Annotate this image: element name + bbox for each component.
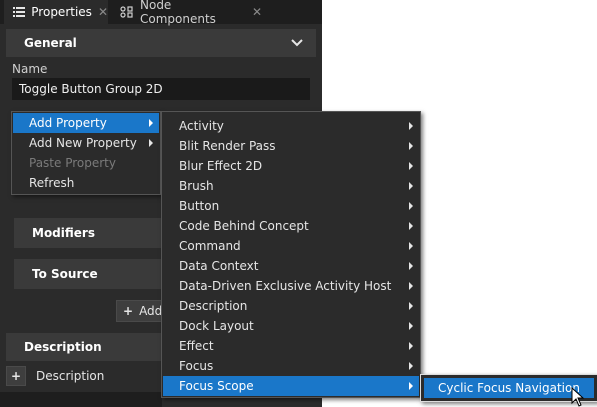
section-title: General (24, 36, 77, 50)
menu-item-label: Effect (179, 339, 214, 353)
menu-item-dock-layout[interactable]: Dock Layout (163, 316, 419, 336)
menu-item-focus[interactable]: Focus (163, 356, 419, 376)
menu-item-button[interactable]: Button (163, 196, 419, 216)
chevron-right-icon (409, 222, 413, 230)
chevron-right-icon (409, 182, 413, 190)
menu-item-paste-property: Paste Property (13, 153, 159, 173)
menu-item-label: Code Behind Concept (179, 219, 309, 233)
chevron-right-icon (409, 382, 413, 390)
menu-item-cyclic-focus-navigation[interactable]: Cyclic Focus Navigation (424, 378, 594, 398)
tab-properties[interactable]: Properties ✕ (4, 0, 108, 24)
menu-item-label: Brush (179, 179, 214, 193)
menu-item-data-driven-exclusive-activity-host[interactable]: Data-Driven Exclusive Activity Host (163, 276, 419, 296)
add-button-label: Add (139, 304, 163, 318)
menu-item-activity[interactable]: Activity (163, 116, 419, 136)
chevron-right-icon (409, 142, 413, 150)
chevron-down-icon[interactable] (290, 37, 304, 49)
section-title: Modifiers (32, 226, 95, 240)
menu-item-label: Dock Layout (179, 319, 254, 333)
menu-item-label: Paste Property (29, 156, 116, 170)
menu-item-description[interactable]: Description (163, 296, 419, 316)
context-menu: Add Property Add New Property Paste Prop… (11, 111, 161, 195)
menu-item-label: Data Context (179, 259, 259, 273)
menu-item-label: Blur Effect 2D (179, 159, 263, 173)
menu-item-brush[interactable]: Brush (163, 176, 419, 196)
name-field[interactable]: Toggle Button Group 2D (12, 78, 310, 100)
tab-label: Properties (31, 5, 92, 19)
menu-item-label: Data-Driven Exclusive Activity Host (179, 279, 392, 293)
chevron-right-icon (409, 302, 413, 310)
menu-item-refresh[interactable]: Refresh (13, 173, 159, 193)
tab-node-components[interactable]: Node Components ✕ (112, 0, 262, 26)
components-icon (120, 5, 134, 19)
chevron-right-icon (409, 242, 413, 250)
menu-item-code-behind-concept[interactable]: Code Behind Concept (163, 216, 419, 236)
menu-item-label: Add Property (29, 116, 107, 130)
menu-item-command[interactable]: Command (163, 236, 419, 256)
menu-item-add-property[interactable]: Add Property (13, 113, 159, 133)
menu-item-label: Button (179, 199, 220, 213)
chevron-right-icon (409, 322, 413, 330)
menu-item-label: Cyclic Focus Navigation (438, 381, 580, 395)
menu-item-add-new-property[interactable]: Add New Property (13, 133, 159, 153)
description-section-header[interactable]: Description (6, 333, 162, 361)
description-item-label: Description (36, 369, 105, 383)
menu-item-label: Add New Property (29, 136, 137, 150)
menu-item-label: Description (179, 299, 248, 313)
name-label: Name (12, 62, 48, 76)
add-property-submenu: Activity Blit Render Pass Blur Effect 2D… (161, 111, 421, 398)
menu-item-label: Activity (179, 119, 224, 133)
tab-bar: Properties ✕ Node Components ✕ (0, 0, 322, 26)
mouse-pointer-icon (571, 386, 585, 407)
menu-item-effect[interactable]: Effect (163, 336, 419, 356)
menu-item-blur-effect-2d[interactable]: Blur Effect 2D (163, 156, 419, 176)
chevron-right-icon (409, 122, 413, 130)
section-title: Description (24, 340, 102, 354)
tab-label: Node Components (140, 0, 216, 26)
section-title: To Source (32, 267, 98, 281)
menu-item-label: Refresh (29, 176, 75, 190)
add-description-button[interactable]: + (6, 366, 26, 386)
plus-icon: + (123, 304, 134, 318)
chevron-right-icon (149, 139, 153, 147)
modifiers-section-header[interactable]: Modifiers (14, 218, 162, 248)
general-section-header[interactable]: General (6, 29, 316, 57)
chevron-right-icon (149, 119, 153, 127)
menu-item-label: Blit Render Pass (179, 139, 276, 153)
menu-item-label: Command (179, 239, 241, 253)
chevron-right-icon (409, 362, 413, 370)
close-icon[interactable]: ✕ (252, 5, 262, 19)
menu-item-focus-scope[interactable]: Focus Scope (163, 376, 419, 396)
close-icon[interactable]: ✕ (98, 5, 108, 19)
chevron-right-icon (409, 202, 413, 210)
chevron-right-icon (409, 342, 413, 350)
menu-item-data-context[interactable]: Data Context (163, 256, 419, 276)
menu-item-label: Focus (179, 359, 214, 373)
description-row: + Description (6, 365, 162, 387)
menu-item-label: Focus Scope (179, 379, 254, 393)
to-source-section-header[interactable]: To Source (14, 259, 162, 289)
chevron-right-icon (409, 262, 413, 270)
menu-item-blit-render-pass[interactable]: Blit Render Pass (163, 136, 419, 156)
bottom-bar (0, 392, 162, 407)
list-icon (12, 5, 25, 19)
add-button[interactable]: + Add (116, 300, 162, 322)
chevron-right-icon (409, 282, 413, 290)
chevron-right-icon (409, 162, 413, 170)
